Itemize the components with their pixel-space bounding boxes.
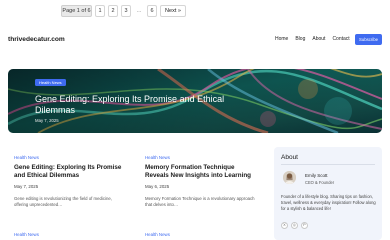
- author-photo: [283, 171, 296, 184]
- main-nav: Home Blog About Contact: [275, 36, 350, 42]
- about-text: Founder of a lifestyle blog. Sharing tip…: [281, 194, 376, 212]
- nav-home[interactable]: Home: [275, 36, 288, 42]
- about-heading: About: [281, 154, 298, 161]
- nav-blog[interactable]: Blog: [295, 36, 305, 42]
- subscribe-button[interactable]: Subscribe: [355, 34, 382, 45]
- pagination: Page 1 of 6 1 2 3 … 6 Next »: [61, 5, 186, 17]
- hero-title[interactable]: Gene Editing: Exploring Its Promise and …: [35, 94, 235, 116]
- instagram-icon[interactable]: ◎: [291, 222, 298, 229]
- site-header: thrivedecatur.com Home Blog About Contac…: [0, 33, 390, 49]
- page-link-1[interactable]: 1: [95, 5, 105, 17]
- page-link-3[interactable]: 3: [121, 5, 131, 17]
- divider: [281, 164, 375, 165]
- author-name: Emily Scott: [305, 173, 328, 178]
- post-card: Health News Memory Formation Technique R…: [145, 155, 257, 209]
- post-card: Health News Gene Editing: Exploring Its …: [14, 155, 126, 209]
- hero-category-badge[interactable]: Health News: [35, 79, 66, 86]
- about-widget: About Emily Scott CEO & Founder Founder …: [274, 147, 382, 240]
- x-icon[interactable]: X: [281, 222, 288, 229]
- post-date: May 7, 2025: [14, 184, 39, 189]
- next-page-button[interactable]: Next »: [160, 5, 186, 17]
- page-link-6[interactable]: 6: [147, 5, 157, 17]
- page-indicator: Page 1 of 6: [61, 5, 92, 17]
- post-excerpt: Memory Formation Technique is a revoluti…: [145, 196, 255, 208]
- post-title[interactable]: Gene Editing: Exploring Its Promise and …: [14, 164, 126, 180]
- pagination-ellipsis: …: [134, 5, 144, 17]
- page-link-2[interactable]: 2: [108, 5, 118, 17]
- post-category[interactable]: Health News: [145, 155, 257, 160]
- hero-featured-post[interactable]: Health News Gene Editing: Exploring Its …: [8, 69, 382, 133]
- nav-about[interactable]: About: [312, 36, 325, 42]
- avatar: [283, 171, 296, 184]
- author-role: CEO & Founder: [305, 180, 335, 185]
- post-date: May 6, 2025: [145, 184, 170, 189]
- post-category[interactable]: Health News: [14, 155, 126, 160]
- hero-date: May 7, 2025: [35, 118, 59, 123]
- post-category[interactable]: Health News: [14, 232, 39, 237]
- nav-contact[interactable]: Contact: [332, 36, 349, 42]
- pinterest-icon[interactable]: P: [301, 222, 308, 229]
- post-title[interactable]: Memory Formation Technique Reveals New I…: [145, 164, 257, 180]
- site-title[interactable]: thrivedecatur.com: [8, 36, 65, 43]
- post-excerpt: Gene editing is revolutionizing the fiel…: [14, 196, 112, 208]
- post-category[interactable]: Health News: [145, 232, 170, 237]
- social-links: X ◎ P: [281, 222, 308, 229]
